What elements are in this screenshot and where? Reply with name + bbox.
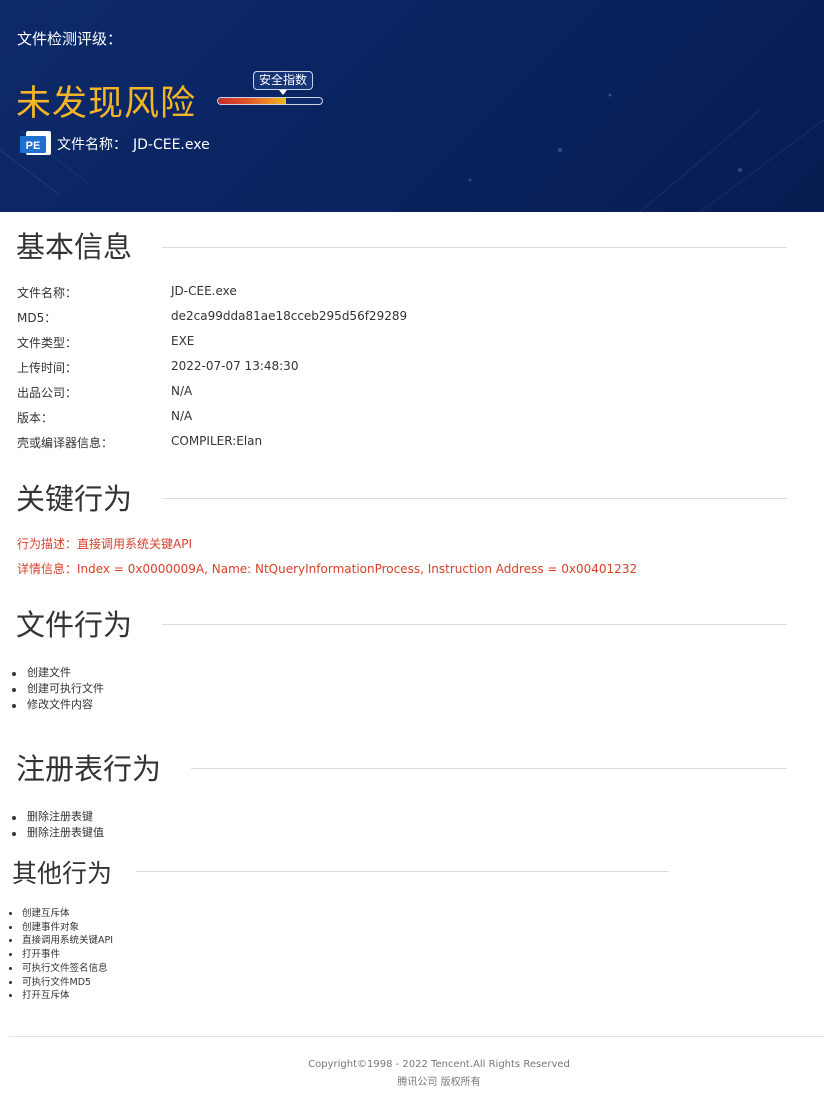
info-key-md5: MD5： bbox=[17, 311, 57, 325]
registry-behavior-list: 删除注册表键 删除注册表键值 bbox=[12, 809, 104, 841]
section-divider bbox=[191, 768, 787, 769]
info-value-compiler: COMPILER:Elan bbox=[171, 434, 263, 448]
safety-score-bar bbox=[217, 97, 323, 105]
other-behavior-list: 创建互斥体 创建事件对象 直接调用系统关键API 打开事件 可执行文件签名信息 … bbox=[9, 907, 113, 1003]
footer-copyright: Copyright©1998 - 2022 Tencent.All Rights… bbox=[308, 1059, 570, 1070]
info-key-company: 出品公司： bbox=[17, 386, 78, 400]
file-behavior-list: 创建文件 创建可执行文件 修改文件内容 bbox=[12, 665, 104, 713]
rating-label: 文件检测评级： bbox=[17, 30, 123, 48]
footer-company: 腾讯公司 版权所有 bbox=[397, 1077, 481, 1088]
verdict-text: 未发现风险 bbox=[16, 84, 197, 124]
section-title-registry-behavior: 注册表行为 bbox=[16, 752, 162, 786]
section-divider bbox=[136, 871, 669, 872]
list-item: 可执行文件MD5 bbox=[9, 976, 113, 990]
score-tooltip: 安全指数 bbox=[253, 71, 313, 90]
section-divider bbox=[162, 624, 787, 625]
info-key-version: 版本： bbox=[17, 411, 54, 425]
report-header: 文件检测评级： 未发现风险 安全指数 PE 文件名称： JD-CEE.exe bbox=[0, 0, 824, 212]
list-item: 直接调用系统关键API bbox=[9, 934, 113, 948]
info-key-filename: 文件名称： bbox=[17, 286, 78, 300]
list-item: 删除注册表键 bbox=[12, 809, 104, 825]
section-divider bbox=[162, 247, 787, 248]
footer-divider bbox=[9, 1036, 824, 1037]
header-filename-value: JD-CEE.exe bbox=[133, 137, 210, 153]
list-item: 修改文件内容 bbox=[12, 697, 104, 713]
safety-score-fill bbox=[218, 98, 286, 104]
key-behavior-detail: 详情信息：Index = 0x0000009A, Name: NtQueryIn… bbox=[17, 562, 638, 576]
list-item: 可执行文件签名信息 bbox=[9, 962, 113, 976]
section-title-basic-info: 基本信息 bbox=[16, 230, 133, 264]
header-filename: 文件名称： JD-CEE.exe bbox=[57, 134, 210, 154]
section-title-key-behavior: 关键行为 bbox=[16, 482, 133, 516]
info-value-company: N/A bbox=[171, 384, 193, 398]
list-item: 创建事件对象 bbox=[9, 921, 113, 935]
pe-icon-text: PE bbox=[26, 140, 41, 152]
list-item: 打开互斥体 bbox=[9, 989, 113, 1003]
info-value-filetype: EXE bbox=[171, 334, 195, 348]
info-key-upload-time: 上传时间： bbox=[17, 361, 78, 375]
info-key-filetype: 文件类型： bbox=[17, 336, 78, 350]
list-item: 删除注册表键值 bbox=[12, 825, 104, 841]
score-tooltip-arrow bbox=[279, 90, 287, 95]
info-value-filename: JD-CEE.exe bbox=[171, 284, 237, 298]
pe-file-icon: PE bbox=[20, 131, 51, 155]
section-title-file-behavior: 文件行为 bbox=[16, 608, 133, 642]
info-value-version: N/A bbox=[171, 409, 193, 423]
section-divider bbox=[162, 498, 787, 499]
header-filename-label: 文件名称： bbox=[57, 137, 127, 153]
list-item: 打开事件 bbox=[9, 948, 113, 962]
list-item: 创建可执行文件 bbox=[12, 681, 104, 697]
info-value-upload-time: 2022-07-07 13:48:30 bbox=[171, 359, 299, 373]
list-item: 创建文件 bbox=[12, 665, 104, 681]
list-item: 创建互斥体 bbox=[9, 907, 113, 921]
info-value-md5: de2ca99dda81ae18cceb295d56f29289 bbox=[171, 309, 408, 323]
info-key-compiler: 壳或编译器信息： bbox=[17, 436, 114, 450]
key-behavior-description: 行为描述：直接调用系统关键API bbox=[17, 537, 192, 551]
section-title-other-behavior: 其他行为 bbox=[12, 859, 113, 888]
